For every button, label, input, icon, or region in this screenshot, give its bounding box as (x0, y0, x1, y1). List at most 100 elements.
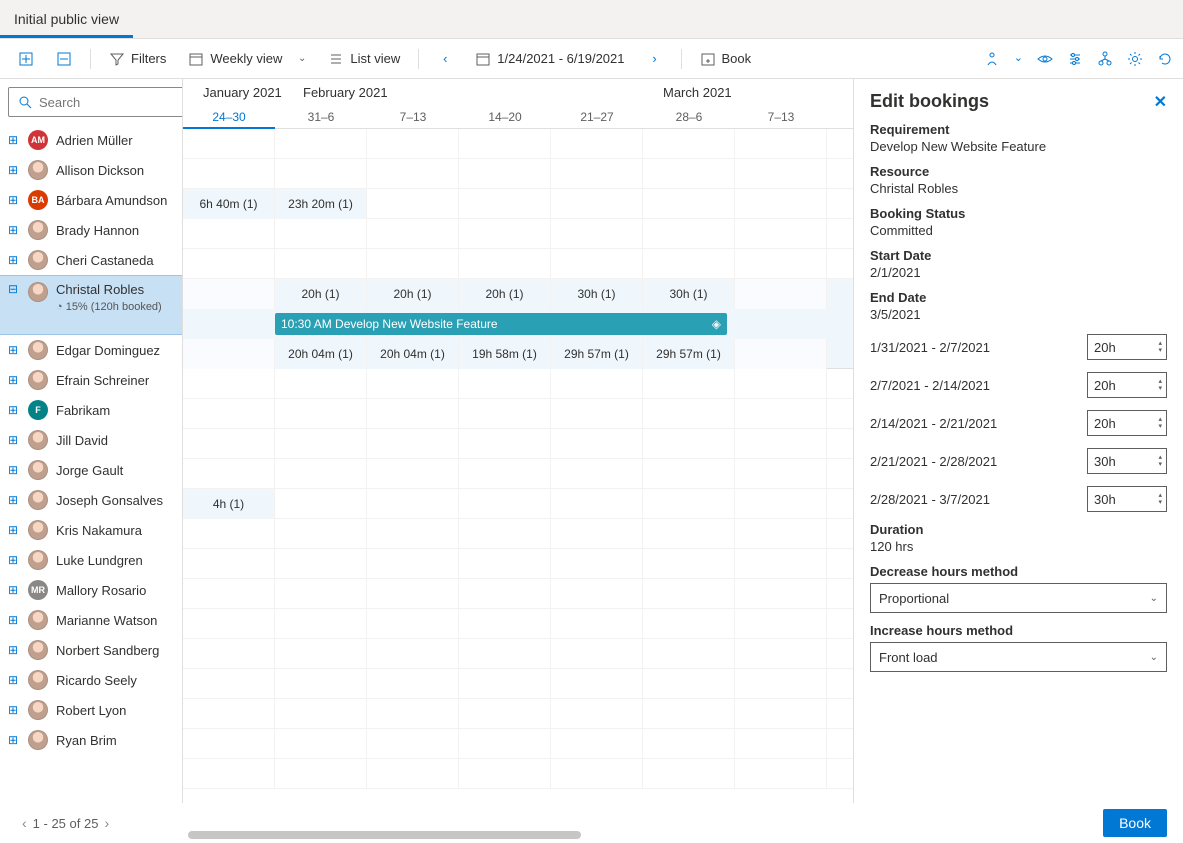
grid-cell[interactable] (735, 369, 827, 399)
grid-row[interactable] (183, 549, 853, 579)
resource-row[interactable]: ⊞ Brady Hannon (0, 215, 182, 245)
expand-icon[interactable]: ⊞ (6, 193, 20, 207)
grid-cell[interactable] (643, 699, 735, 729)
grid-cell[interactable] (183, 639, 275, 669)
grid-row[interactable] (183, 579, 853, 609)
grid-row[interactable]: 4h (1) (183, 489, 853, 519)
grid-cell[interactable] (183, 429, 275, 459)
grid-cell[interactable] (551, 129, 643, 159)
grid-cell[interactable] (643, 519, 735, 549)
grid-cell[interactable] (735, 279, 827, 309)
pager-next-button[interactable]: › (98, 815, 115, 831)
book-button[interactable]: Book (692, 47, 760, 71)
grid-cell[interactable] (551, 189, 643, 219)
grid-row[interactable] (183, 519, 853, 549)
grid-cell[interactable] (275, 579, 367, 609)
grid-cell[interactable] (275, 669, 367, 699)
resource-row[interactable]: ⊞ Edgar Dominguez (0, 335, 182, 365)
grid-cell[interactable] (735, 219, 827, 249)
grid-cell[interactable] (735, 159, 827, 189)
expand-icon[interactable]: ⊞ (6, 403, 20, 417)
grid-cell[interactable] (643, 249, 735, 279)
grid-cell[interactable] (275, 759, 367, 789)
grid-cell[interactable] (367, 699, 459, 729)
spinner-down-icon[interactable]: ▾ (1158, 499, 1162, 506)
week-header[interactable]: 28–6 (643, 105, 735, 129)
grid-cell[interactable] (275, 609, 367, 639)
week-header[interactable]: 24–30 (183, 105, 275, 129)
grid-cell[interactable] (275, 249, 367, 279)
grid-cell[interactable] (735, 669, 827, 699)
grid-cell[interactable] (367, 129, 459, 159)
grid-cell[interactable] (367, 399, 459, 429)
grid-cell[interactable] (551, 219, 643, 249)
grid-cell[interactable] (275, 729, 367, 759)
grid-cell[interactable] (367, 729, 459, 759)
grid-cell[interactable]: 20h (1) (367, 279, 459, 309)
expand-icon[interactable]: ⊞ (6, 133, 20, 147)
week-header[interactable]: 31–6 (275, 105, 367, 129)
grid-row[interactable]: 20h (1)20h (1)20h (1)30h (1)30h (1)10:30… (183, 279, 853, 369)
grid-row[interactable] (183, 639, 853, 669)
grid-cell[interactable] (643, 759, 735, 789)
expand-icon[interactable]: ⊞ (6, 703, 20, 717)
resource-row[interactable]: ⊞ Cheri Castaneda (0, 245, 182, 275)
grid-cell[interactable] (643, 399, 735, 429)
grid-cell[interactable] (735, 429, 827, 459)
grid-cell[interactable] (551, 639, 643, 669)
grid-cell[interactable] (275, 219, 367, 249)
refresh-icon[interactable] (1157, 51, 1173, 67)
grid-cell[interactable] (459, 129, 551, 159)
grid-cell[interactable] (275, 459, 367, 489)
grid-cell[interactable] (275, 489, 367, 519)
grid-cell[interactable] (551, 759, 643, 789)
collapse-all-button[interactable] (48, 47, 80, 71)
expand-icon[interactable]: ⊞ (6, 493, 20, 507)
grid-cell[interactable] (643, 189, 735, 219)
resource-row[interactable]: ⊞ Jill David (0, 425, 182, 455)
grid-cell[interactable] (551, 399, 643, 429)
grid-row[interactable] (183, 129, 853, 159)
grid-cell[interactable] (735, 609, 827, 639)
hours-spinner[interactable]: 20h▴▾ (1087, 372, 1167, 398)
grid-cell[interactable] (735, 249, 827, 279)
grid-cell[interactable]: 30h (1) (551, 279, 643, 309)
grid-cell[interactable] (735, 129, 827, 159)
grid-cell[interactable] (459, 369, 551, 399)
date-range-picker[interactable]: 1/24/2021 - 6/19/2021 (467, 47, 632, 71)
grid-row[interactable] (183, 249, 853, 279)
expand-icon[interactable]: ⊞ (6, 463, 20, 477)
grid-cell[interactable] (643, 129, 735, 159)
week-header[interactable]: 21–27 (551, 105, 643, 129)
grid-cell[interactable] (735, 759, 827, 789)
grid-cell[interactable] (643, 459, 735, 489)
weekly-view-dropdown[interactable]: Weekly view ⌄ (180, 47, 314, 71)
grid-cell[interactable] (643, 669, 735, 699)
spinner-down-icon[interactable]: ▾ (1158, 423, 1162, 430)
grid-cell[interactable] (735, 399, 827, 429)
grid-row[interactable] (183, 369, 853, 399)
list-view-button[interactable]: List view (320, 47, 408, 71)
grid-cell[interactable] (183, 159, 275, 189)
grid-cell[interactable] (367, 249, 459, 279)
expand-icon[interactable]: ⊞ (6, 433, 20, 447)
grid-cell[interactable] (551, 459, 643, 489)
expand-icon[interactable]: ⊞ (6, 643, 20, 657)
grid-cell[interactable]: 6h 40m (1) (183, 189, 275, 219)
grid-cell[interactable] (459, 609, 551, 639)
resource-row[interactable]: ⊞ Robert Lyon (0, 695, 182, 725)
week-header[interactable]: 7–13 (735, 105, 827, 129)
week-header[interactable]: 7–13 (367, 105, 459, 129)
grid-cell[interactable] (735, 189, 827, 219)
resource-row[interactable]: ⊞ Jorge Gault (0, 455, 182, 485)
grid-cell[interactable] (367, 549, 459, 579)
book-submit-button[interactable]: Book (1103, 809, 1167, 837)
grid-cell[interactable] (459, 639, 551, 669)
hours-spinner[interactable]: 20h▴▾ (1087, 410, 1167, 436)
grid-row[interactable] (183, 609, 853, 639)
grid-cell[interactable] (643, 729, 735, 759)
expand-icon[interactable]: ⊞ (6, 163, 20, 177)
next-range-button[interactable]: › (639, 47, 671, 71)
grid-cell[interactable] (459, 429, 551, 459)
grid-cell[interactable] (183, 729, 275, 759)
